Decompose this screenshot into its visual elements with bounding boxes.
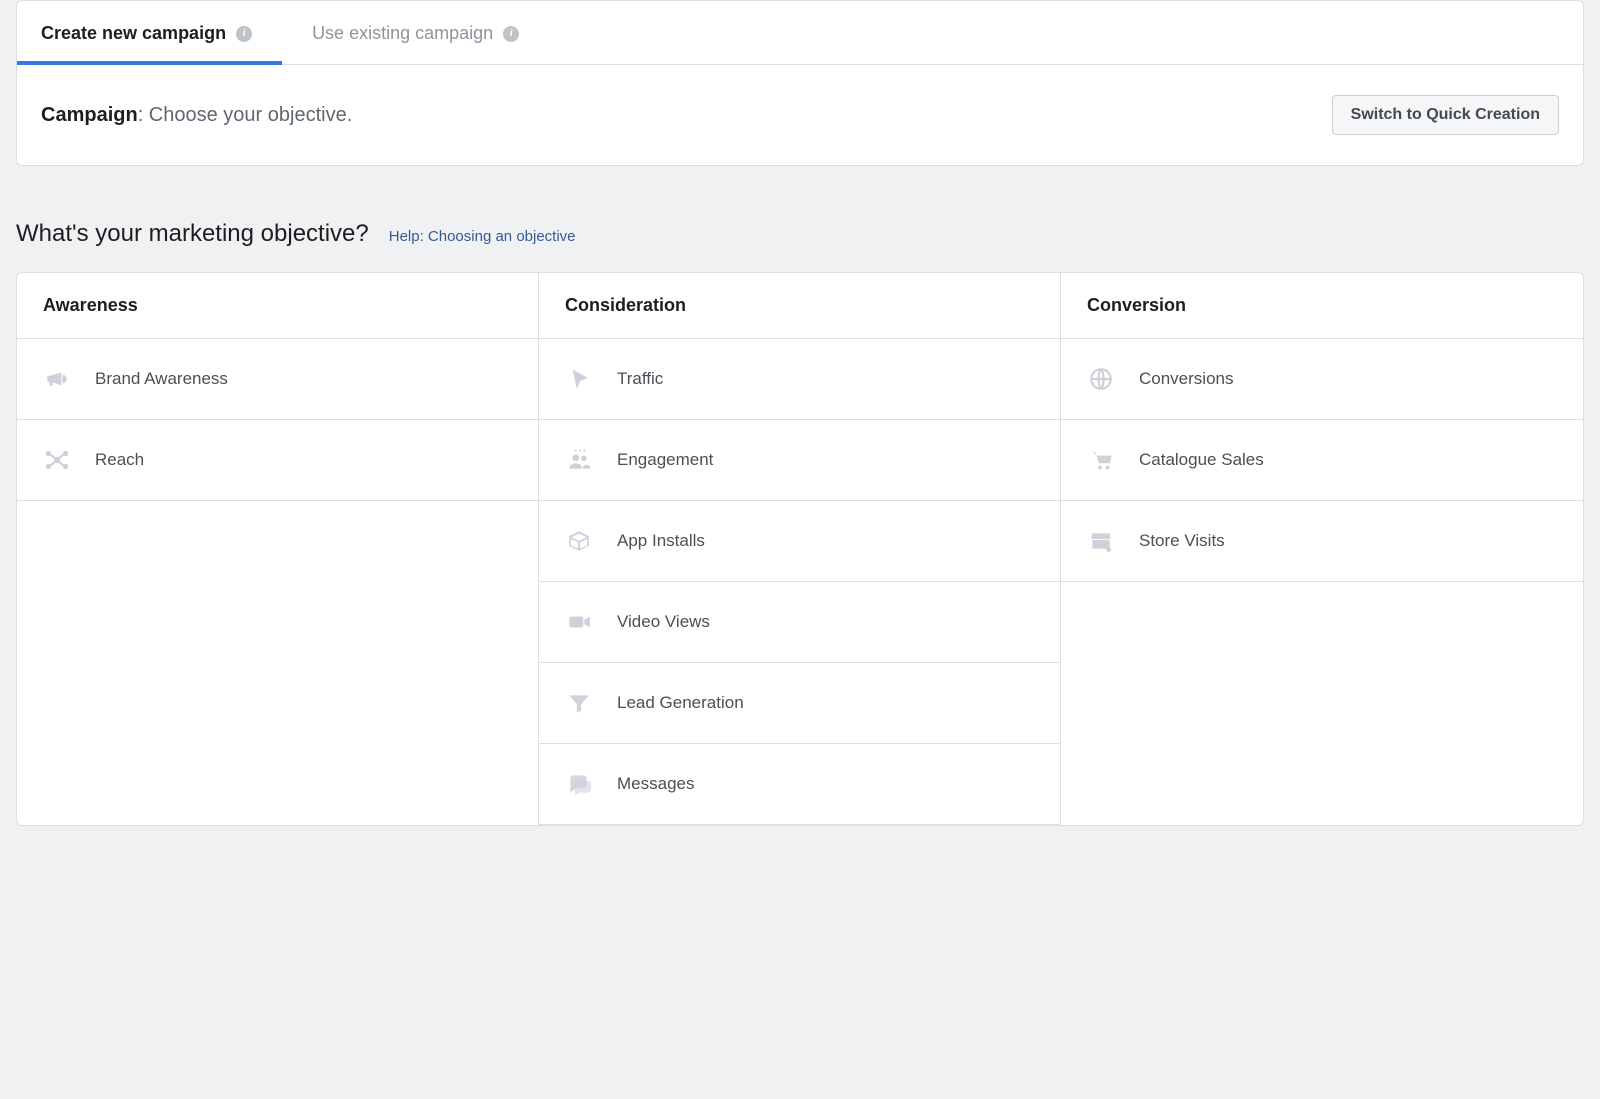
help-link[interactable]: Help: Choosing an objective [389, 228, 576, 245]
objective-label: Conversions [1139, 369, 1234, 389]
switch-to-quick-creation-button[interactable]: Switch to Quick Creation [1332, 95, 1559, 135]
objective-label: Engagement [617, 450, 713, 470]
objective-label: Store Visits [1139, 531, 1225, 551]
objective-label: Video Views [617, 612, 710, 632]
objective-label: Messages [617, 774, 694, 794]
tab-use-existing-campaign[interactable]: Use existing campaign [312, 1, 519, 64]
campaign-heading-subtitle: : Choose your objective. [138, 104, 353, 126]
objectives-column: Awareness Brand Awareness Reach [17, 273, 539, 825]
info-icon[interactable] [236, 26, 252, 42]
cart-icon [1087, 446, 1115, 474]
campaign-heading-label: Campaign [41, 104, 138, 126]
section-title-row: What's your marketing objective? Help: C… [0, 166, 1600, 272]
objective-label: Catalogue Sales [1139, 450, 1264, 470]
reach-icon [43, 446, 71, 474]
info-icon[interactable] [503, 26, 519, 42]
objective-label: Brand Awareness [95, 369, 228, 389]
column-header: Consideration [539, 273, 1060, 339]
objective-app-installs[interactable]: App Installs [539, 501, 1060, 582]
objectives-column: Consideration Traffic Engagement App Instal… [539, 273, 1061, 825]
objective-video-views[interactable]: Video Views [539, 582, 1060, 663]
section-title: What's your marketing objective? [16, 220, 369, 248]
column-header: Awareness [17, 273, 538, 339]
tab-create-new-campaign[interactable]: Create new campaign [41, 1, 252, 64]
objective-label: App Installs [617, 531, 705, 551]
funnel-icon [565, 689, 593, 717]
tabs: Create new campaign Use existing campaig… [17, 1, 1583, 65]
objective-brand-awareness[interactable]: Brand Awareness [17, 339, 538, 420]
objective-label: Lead Generation [617, 693, 744, 713]
objective-traffic[interactable]: Traffic [539, 339, 1060, 420]
objective-catalogue-sales[interactable]: Catalogue Sales [1061, 420, 1583, 501]
objectives-column: Conversion Conversions Catalogue Sales Stor… [1061, 273, 1583, 825]
box-icon [565, 527, 593, 555]
column-header: Conversion [1061, 273, 1583, 339]
messages-icon [565, 770, 593, 798]
objective-label: Reach [95, 450, 144, 470]
store-icon [1087, 527, 1115, 555]
objective-store-visits[interactable]: Store Visits [1061, 501, 1583, 582]
tab-label: Use existing campaign [312, 23, 493, 44]
globe-icon [1087, 365, 1115, 393]
objective-engagement[interactable]: Engagement [539, 420, 1060, 501]
campaign-heading: Campaign: Choose your objective. [41, 104, 352, 127]
people-icon [565, 446, 593, 474]
megaphone-icon [43, 365, 71, 393]
objective-reach[interactable]: Reach [17, 420, 538, 501]
video-icon [565, 608, 593, 636]
objective-label: Traffic [617, 369, 663, 389]
campaign-setup-card: Create new campaign Use existing campaig… [16, 0, 1584, 166]
objective-conversions[interactable]: Conversions [1061, 339, 1583, 420]
tab-label: Create new campaign [41, 23, 226, 44]
cursor-icon [565, 365, 593, 393]
campaign-heading-row: Campaign: Choose your objective. Switch … [17, 65, 1583, 165]
objective-messages[interactable]: Messages [539, 744, 1060, 825]
objective-lead-generation[interactable]: Lead Generation [539, 663, 1060, 744]
objectives-grid: Awareness Brand Awareness Reach Considerati… [16, 272, 1584, 826]
